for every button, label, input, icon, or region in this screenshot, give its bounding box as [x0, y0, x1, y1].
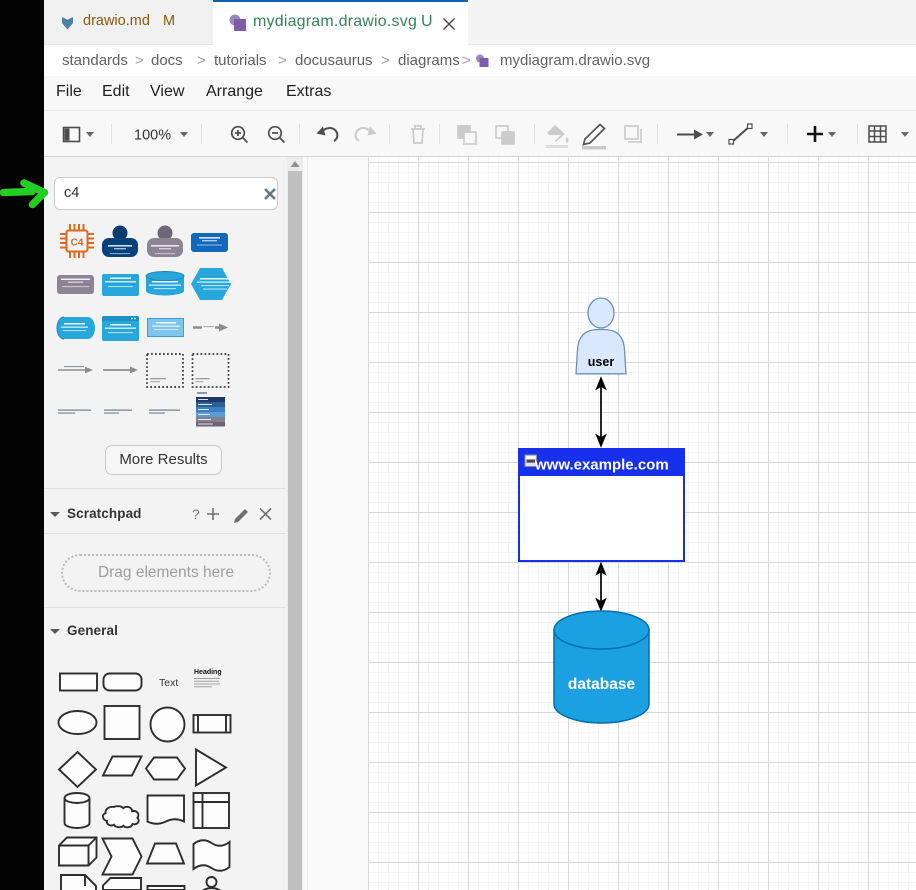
svg-text:user: user	[588, 355, 615, 369]
svg-text:database: database	[568, 676, 636, 693]
svg-text:Text: Text	[159, 677, 178, 689]
svg-text:www.example.com: www.example.com	[534, 457, 669, 474]
svg-text:100%: 100%	[134, 128, 171, 144]
svg-text:C4: C4	[71, 238, 84, 249]
svg-text:?: ?	[192, 506, 200, 522]
svg-text:Heading: Heading	[194, 669, 222, 676]
